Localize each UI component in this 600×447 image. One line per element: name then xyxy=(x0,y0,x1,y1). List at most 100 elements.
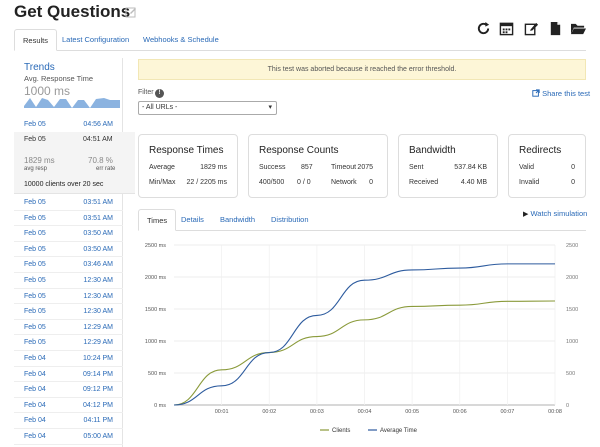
err-rate-label: err rate xyxy=(96,166,116,172)
y-right-tick-label: 500 xyxy=(566,371,575,377)
list-item[interactable]: Feb 04 04:12 PM xyxy=(14,398,123,414)
tab-times[interactable]: Times xyxy=(138,209,177,231)
timeout-value: 2075 xyxy=(357,164,373,171)
list-item[interactable]: Feb 04 05:00 AM xyxy=(14,429,123,445)
avg-resp-label: avg resp xyxy=(24,166,48,172)
error-notice: This test was aborted because it reached… xyxy=(138,59,586,80)
x-tick-label: 00:02 xyxy=(262,409,276,415)
list-item-time: 03:50 AM xyxy=(83,230,113,238)
received-value: 4.40 MB xyxy=(460,179,487,186)
share-icon xyxy=(532,89,540,97)
y-right-tick-label: 0 xyxy=(566,403,569,409)
list-item-time: 12:29 AM xyxy=(83,339,113,347)
selected-avg-resp: 1829 ms xyxy=(24,156,55,165)
selected-summary: 10000 clients over 20 sec xyxy=(24,181,104,188)
y-right-tick-label: 2000 xyxy=(566,275,578,281)
list-item-time: 03:51 AM xyxy=(83,214,113,222)
pencil-icon[interactable] xyxy=(125,6,137,18)
selected-pointer xyxy=(121,134,129,148)
list-item[interactable]: Feb 05 03:51 AM xyxy=(14,211,123,227)
list-item-time: 12:30 AM xyxy=(83,277,113,284)
x-tick-label: 00:01 xyxy=(215,409,229,415)
card-title: Response Counts xyxy=(259,145,339,156)
received-label: Received xyxy=(409,179,439,186)
list-item-date: Feb 04 xyxy=(24,417,46,425)
average-value: 1829 ms xyxy=(200,164,227,171)
tab-details[interactable]: Details xyxy=(181,209,204,231)
list-item[interactable]: Feb 04 04:11 PM xyxy=(14,413,123,429)
list-item-time: 12:30 AM xyxy=(83,292,113,300)
list-item-time: 05:00 AM xyxy=(83,433,113,440)
list-item-time: 12:29 AM xyxy=(83,323,113,331)
card-response-counts: Response Counts Success 857 Timeout 2075… xyxy=(248,134,388,198)
list-item[interactable]: Feb 05 03:46 AM xyxy=(14,257,123,273)
list-item[interactable]: Feb 05 03:50 AM xyxy=(14,226,123,242)
list-item-date: Feb 05 xyxy=(24,277,46,284)
list-item-date: Feb 04 xyxy=(24,433,46,440)
trends-title[interactable]: Trends xyxy=(24,62,55,73)
watch-simulation-link[interactable]: ▶ Watch simulation xyxy=(523,209,587,218)
error-code-label: 400/500 xyxy=(259,179,285,186)
list-item-date: Feb 05 xyxy=(24,292,46,300)
invalid-value: 0 xyxy=(571,179,575,186)
tab-distribution[interactable]: Distribution xyxy=(271,209,309,231)
url-filter-value: - All URLs - xyxy=(142,104,178,111)
card-title: Bandwidth xyxy=(409,145,456,156)
card-bandwidth: Bandwidth Sent 537.84 KB Received 4.40 M… xyxy=(398,134,498,198)
list-item-date: Feb 05 xyxy=(24,308,46,316)
tab-latest-configuration[interactable]: Latest Configuration xyxy=(54,29,137,51)
trends-sparkline xyxy=(24,98,120,108)
success-label: Success xyxy=(259,164,286,171)
card-redirects: Redirects Valid 0 Invalid 0 xyxy=(508,134,586,198)
tab-results[interactable]: Results xyxy=(14,29,58,51)
invalid-label: Invalid xyxy=(519,179,540,186)
y-left-tick-label: 1000 ms xyxy=(145,339,166,345)
sent-value: 537.84 KB xyxy=(454,164,487,171)
y-left-tick-label: 500 ms xyxy=(148,371,166,377)
x-tick-label: 00:04 xyxy=(358,409,372,415)
y-right-tick-label: 1500 xyxy=(566,307,578,313)
selected-date: Feb 05 xyxy=(24,136,46,143)
timeout-label: Timeout xyxy=(331,164,357,171)
card-response-times: Response Times Average 1829 ms Min/Max 2… xyxy=(138,134,238,198)
sidebar: Trends Avg. Response Time 1000 ms Feb 05… xyxy=(14,58,135,447)
list-item[interactable]: Feb 05 12:29 AM xyxy=(14,320,123,336)
y-right-tick-label: 2500 xyxy=(566,243,578,249)
list-item-time: 04:11 PM xyxy=(83,417,113,425)
info-icon[interactable]: ! xyxy=(155,89,164,98)
minmax-label: Min/Max xyxy=(149,179,176,186)
tab-webhooks-schedule[interactable]: Webhooks & Schedule xyxy=(135,29,227,51)
watch-label: Watch simulation xyxy=(530,209,588,218)
list-item[interactable]: Feb 05 12:30 AM xyxy=(14,273,123,289)
list-item[interactable]: Feb 05 03:51 AM xyxy=(14,195,123,211)
list-item-time: 03:50 AM xyxy=(83,245,113,253)
list-item-time: 03:46 AM xyxy=(83,261,113,269)
list-item-time: 09:14 PM xyxy=(83,370,113,378)
share-link[interactable]: Share this test xyxy=(532,89,590,98)
list-item-time: 12:30 AM xyxy=(83,308,113,316)
list-item[interactable]: Feb 05 03:50 AM xyxy=(14,242,123,258)
list-item-date: Feb 05 xyxy=(24,214,46,222)
list-item[interactable]: Feb 04 09:14 PM xyxy=(14,367,123,383)
selected-err-rate: 70.8 % xyxy=(88,156,113,165)
page-title: Get Questions xyxy=(14,2,131,21)
list-item[interactable]: Feb 05 12:29 AM xyxy=(14,335,123,351)
share-label: Share this test xyxy=(542,89,591,98)
x-tick-label: 00:08 xyxy=(548,409,562,415)
legend-label: Clients xyxy=(332,428,350,434)
valid-value: 0 xyxy=(571,164,575,171)
minmax-value: 22 / 2205 ms xyxy=(186,179,227,186)
list-item[interactable]: Feb 05 12:30 AM xyxy=(14,304,123,320)
list-item[interactable]: Feb 04 09:12 PM xyxy=(14,382,123,398)
error-code-value: 0 / 0 xyxy=(297,179,311,186)
list-item-date: Feb 05 xyxy=(24,230,46,238)
url-filter-select[interactable]: - All URLs - ▾ xyxy=(138,101,277,115)
list-item[interactable]: Feb 05 04:56 AM xyxy=(14,117,123,133)
list-item-date: Feb 04 xyxy=(24,401,46,409)
x-tick-label: 00:05 xyxy=(405,409,419,415)
list-item[interactable]: Feb 05 12:30 AM xyxy=(14,289,123,305)
selected-test-item[interactable]: Feb 05 04:51 AM 1829 ms avg resp 70.8 % … xyxy=(14,132,135,194)
list-item[interactable]: Feb 04 10:24 PM xyxy=(14,351,123,367)
list-item-date: Feb 04 xyxy=(24,386,46,394)
tab-bandwidth[interactable]: Bandwidth xyxy=(220,209,255,231)
